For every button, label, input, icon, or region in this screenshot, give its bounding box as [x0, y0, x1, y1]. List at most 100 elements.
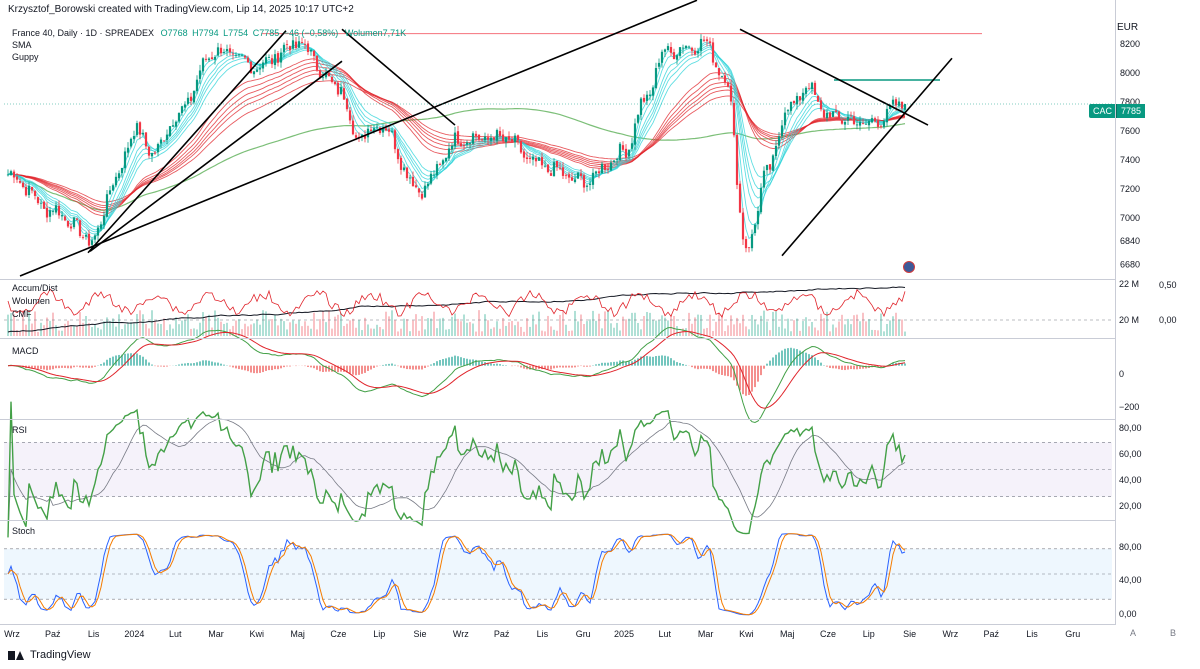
candle-body	[801, 92, 805, 101]
pane-separator[interactable]	[0, 279, 1115, 280]
candle-body	[105, 194, 109, 217]
candle-body	[492, 137, 496, 140]
volume-bar	[517, 321, 519, 336]
candle-body	[873, 118, 877, 122]
candle-body	[726, 82, 730, 87]
macd-hist-bar	[433, 363, 435, 366]
volume-bar	[349, 320, 351, 336]
candle-body	[669, 47, 673, 53]
volume-bar	[481, 331, 483, 336]
volume-bar	[148, 328, 150, 336]
candle-body	[108, 190, 112, 195]
volume-bar	[304, 321, 306, 336]
candle-body	[849, 115, 853, 117]
cmf-label[interactable]: CMF	[12, 309, 32, 320]
chart-canvas[interactable]: Wrz Paź Lis 2024 Lut Mar Kwi Maj Cze Lip Sie Wrz Paź…	[0, 0, 1200, 669]
macd-hist-bar	[490, 363, 492, 366]
rsi-scale-60: 60,00	[1119, 449, 1142, 459]
volume-bar	[889, 320, 891, 336]
macd-hist-bar	[145, 359, 147, 366]
macd-hist-bar	[826, 365, 828, 367]
symbol-title[interactable]: France 40, Daily · 1D · SPREADEX	[12, 28, 154, 38]
event-flag-icon[interactable]	[903, 261, 915, 273]
trendline	[87, 30, 287, 254]
volume-bar	[589, 319, 591, 336]
macd-hist-bar	[235, 365, 237, 369]
sma-label[interactable]: SMA	[12, 39, 410, 51]
rsi-label[interactable]: RSI	[12, 425, 27, 436]
volume-label[interactable]: Wolumen	[12, 296, 50, 307]
candle-body	[789, 101, 793, 111]
macd-hist-bar	[550, 365, 552, 370]
volume-bar	[463, 314, 465, 336]
candle-body	[408, 177, 412, 179]
volume-bar	[301, 326, 303, 336]
candle-body	[135, 123, 139, 135]
volume-bar	[547, 315, 549, 336]
volume-bar	[508, 322, 510, 336]
volume-value: Wolumen7,71K	[344, 28, 407, 38]
volume-bar	[7, 314, 9, 336]
candle-body	[168, 126, 172, 136]
macd-hist-bar	[376, 365, 378, 367]
candle-body	[36, 197, 40, 204]
candle-body	[12, 171, 16, 178]
candle-body	[564, 174, 568, 176]
pane-separator[interactable]	[0, 419, 1115, 420]
candle-body	[720, 76, 724, 77]
macd-hist-bar	[460, 357, 462, 366]
macd-hist-bar	[565, 365, 567, 368]
macd-hist-bar	[754, 365, 756, 388]
guppy-label[interactable]: Guppy	[12, 51, 410, 63]
candle-body	[717, 68, 721, 76]
macd-hist-bar	[370, 365, 372, 370]
candle-body	[765, 164, 769, 171]
macd-hist-bar	[76, 365, 78, 367]
volume-bar	[856, 314, 858, 336]
macd-hist-bar	[520, 365, 522, 368]
currency-label[interactable]: EUR	[1117, 22, 1138, 33]
candle-body	[429, 173, 433, 184]
volume-bar	[466, 322, 468, 336]
x-tick-label: 2024	[124, 629, 144, 639]
volume-bar	[760, 315, 762, 336]
macd-hist-bar	[844, 365, 846, 371]
candle-body	[561, 167, 565, 176]
macd-hist-bar	[349, 365, 351, 374]
candle-body	[792, 101, 796, 104]
volume-bar	[592, 310, 594, 336]
volume-bar	[403, 318, 405, 336]
pane-separator[interactable]	[0, 520, 1115, 521]
volume-bar	[634, 312, 636, 336]
macd-hist-bar	[202, 360, 204, 366]
volume-bar	[490, 328, 492, 336]
candle-body	[384, 128, 388, 131]
volume-bar	[154, 321, 156, 336]
macd-label[interactable]: MACD	[12, 346, 39, 357]
candle-body	[762, 170, 766, 188]
candle-body	[840, 120, 844, 124]
macd-hist-bar	[163, 365, 165, 367]
macd-hist-bar	[88, 365, 90, 369]
volume-bar	[853, 315, 855, 336]
macd-hist-bar	[73, 365, 75, 368]
auto-scale-button[interactable]: A	[1130, 628, 1136, 638]
stoch-scale-0: 0,00	[1119, 609, 1137, 619]
candle-body	[504, 137, 508, 143]
bar-scale-button[interactable]: B	[1170, 628, 1176, 638]
accum-scale-22m: 22 M	[1119, 279, 1140, 289]
macd-hist-bar	[268, 365, 270, 371]
pane-separator[interactable]	[0, 338, 1115, 339]
stoch-label[interactable]: Stoch	[12, 526, 35, 537]
candle-body	[261, 62, 265, 69]
macd-hist-bar	[829, 365, 831, 368]
candle-body	[753, 224, 757, 234]
candle-body	[639, 98, 643, 115]
volume-bar	[808, 326, 810, 336]
macd-hist-bar	[727, 365, 729, 377]
accum-dist-label[interactable]: Accum/Dist	[12, 283, 58, 294]
close-value: C7785	[252, 28, 280, 38]
rsi-scale-20: 20,00	[1119, 501, 1142, 511]
candle-body	[774, 145, 778, 157]
macd-hist-bar	[607, 362, 609, 366]
